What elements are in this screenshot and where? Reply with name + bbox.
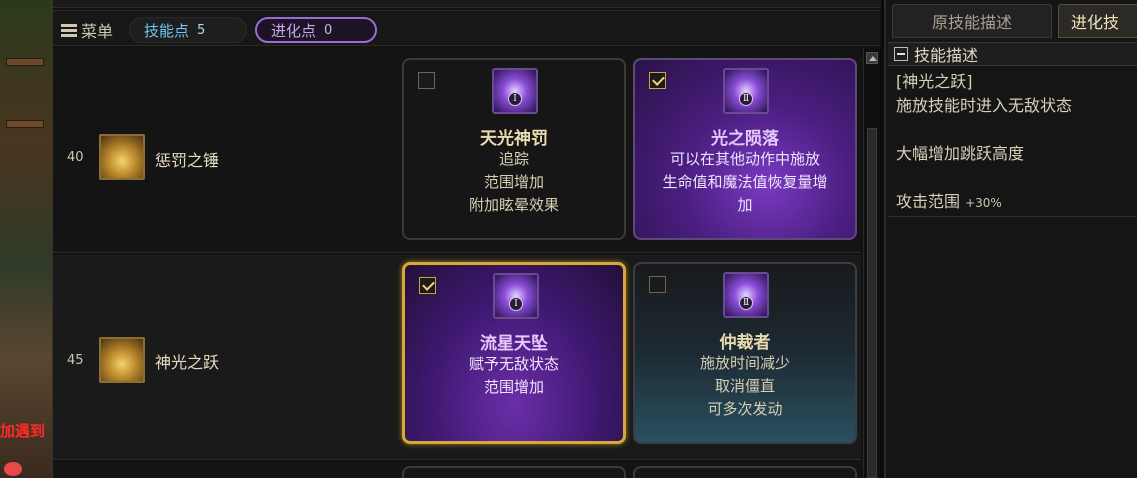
description-divider [888,216,1137,217]
roman-numeral-badge: Ⅱ [739,296,753,310]
roman-numeral-badge: Ⅱ [739,92,753,106]
description-body: [神光之跃] 施放技能时进入无敌状态 大幅增加跳跃高度 攻击范围 +30% [896,70,1136,215]
roman-numeral-badge: Ⅰ [508,92,522,106]
option-effects: 施放时间减少 取消僵直 可多次发动 [635,352,855,421]
background-overlay-text: 加遇到 [0,422,46,440]
tab-original-description[interactable]: 原技能描述 [892,4,1052,38]
leap-skill-icon[interactable] [99,337,145,383]
game-background: 加遇到 [0,0,52,478]
description-skill-tag: [神光之跃] [896,72,973,91]
panel-toolbar: 菜单 技能点 5 进化点 0 [53,10,881,46]
option-title: 光之陨落 [711,129,779,149]
panel-top-strip [53,0,881,8]
evolution-skill-icon: Ⅱ [723,272,769,318]
option-effect-line: 加 [737,196,753,214]
description-header-label: 技能描述 [914,46,979,65]
option-effects: 赋予无敌状态 范围增加 [405,353,623,399]
option-effect-line: 范围增加 [483,378,544,396]
option-effect-line: 取消僵直 [714,377,775,395]
option-effect-line: 范围增加 [483,173,544,191]
skill-evolution-panel: 菜单 技能点 5 进化点 0 40 惩罚之锤 45 神光之跃 Ⅰ 天光神罚 追踪… [52,0,881,478]
skill-description-panel: 原技能描述 进化技 技能描述 [神光之跃] 施放技能时进入无敌状态 大幅增加跳跃… [884,0,1137,478]
background-wood-bar [6,58,44,66]
roman-numeral-badge: Ⅰ [509,297,523,311]
hamburger-icon [61,23,77,37]
evolution-option-card-partial[interactable] [633,466,857,478]
option-effect-line: 生命值和魔法值恢复量增 [662,173,828,191]
hammer-skill-icon[interactable] [99,134,145,180]
option-effect-line: 附加眩晕效果 [468,196,559,214]
stat-label: 攻击范围 [896,192,961,211]
skill-level: 45 [67,353,84,368]
evo-points-label: 进化点 [271,21,317,40]
collapse-icon[interactable] [894,47,908,61]
skill-points-badge[interactable]: 技能点 5 [129,17,247,43]
evolution-skill-icon: Ⅱ [723,68,769,114]
option-checkbox[interactable] [649,72,666,89]
evo-points-value: 0 [324,22,333,38]
background-red-orb [4,462,22,476]
option-title: 流星天坠 [480,334,548,354]
option-checkbox[interactable] [649,276,666,293]
menu-label: 菜单 [81,22,114,41]
evolution-option-card[interactable]: Ⅱ 光之陨落 可以在其他动作中施放 生命值和魔法值恢复量增 加 [633,58,857,240]
evolution-option-card[interactable]: Ⅰ 天光神罚 追踪 范围增加 附加眩晕效果 [402,58,626,240]
option-effect-line: 赋予无敌状态 [468,355,559,373]
evolution-option-card-partial[interactable] [402,466,626,478]
evolution-skill-icon: Ⅰ [493,273,539,319]
option-effects: 可以在其他动作中施放 生命值和魔法值恢复量增 加 [635,148,855,217]
menu-button[interactable]: 菜单 [61,19,113,41]
option-effect-line: 追踪 [498,150,529,168]
evolution-option-card[interactable]: Ⅱ 仲裁者 施放时间减少 取消僵直 可多次发动 [633,262,857,444]
evolution-skill-icon: Ⅰ [492,68,538,114]
skill-name: 惩罚之锤 [155,151,220,170]
scroll-up-arrow-icon[interactable] [866,52,878,64]
skill-level: 40 [67,150,84,165]
option-effect-line: 可多次发动 [707,400,783,418]
option-checkbox[interactable] [419,277,436,294]
option-checkbox[interactable] [418,72,435,89]
description-line: 施放技能时进入无敌状态 [896,96,1073,115]
stat-value: +30% [965,196,1002,210]
skill-points-value: 5 [197,22,206,38]
vertical-scrollbar[interactable] [863,48,879,478]
evolution-option-card-selected[interactable]: Ⅰ 流星天坠 赋予无敌状态 范围增加 [402,262,626,444]
skill-points-label: 技能点 [144,21,190,40]
tab-evolution-description[interactable]: 进化技 [1058,4,1137,38]
option-title: 仲裁者 [719,333,771,353]
option-effect-line: 可以在其他动作中施放 [669,150,820,168]
description-line: 大幅增加跳跃高度 [896,144,1025,163]
option-title: 天光神罚 [480,129,548,149]
description-stat: 攻击范围 +30% [896,190,1136,215]
description-header[interactable]: 技能描述 [888,42,1137,66]
skill-name: 神光之跃 [155,353,220,372]
option-effects: 追踪 范围增加 附加眩晕效果 [404,148,624,217]
option-effect-line: 施放时间减少 [699,354,790,372]
background-wood-bar [6,120,44,128]
evo-points-badge[interactable]: 进化点 0 [255,17,377,43]
scroll-thumb[interactable] [867,128,877,478]
